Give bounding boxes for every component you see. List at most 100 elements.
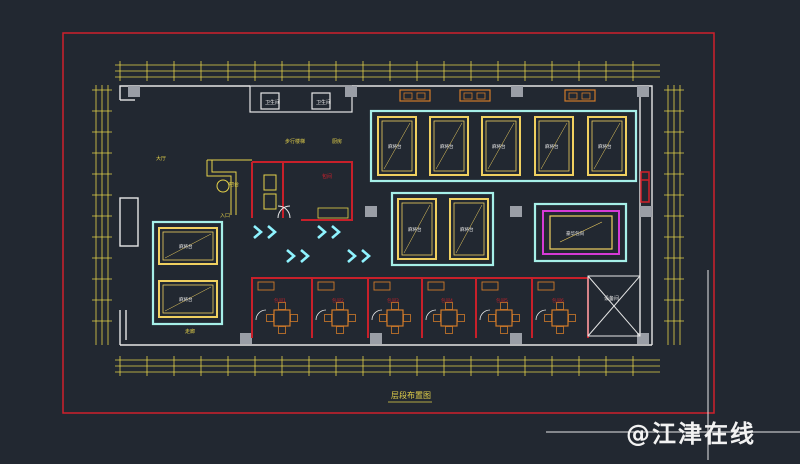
room-table — [440, 309, 458, 327]
structural-column — [510, 206, 522, 217]
right-riser — [640, 171, 650, 203]
room-cabinet — [537, 281, 555, 291]
wall-fixture-seat — [403, 92, 413, 100]
direction-arrow — [317, 225, 327, 239]
private-room-wall — [475, 277, 533, 338]
private-room-wall — [367, 277, 423, 338]
table-group-left: 麻将台麻将台 — [158, 227, 218, 318]
room-chair — [336, 326, 344, 334]
private-room-wall — [311, 277, 369, 338]
table-label: 麻将台 — [492, 143, 506, 150]
room-chair — [488, 314, 496, 322]
private-room-wall — [251, 277, 313, 338]
dimension-right — [667, 85, 681, 345]
table-group-middle: 麻将台 麻将台 — [397, 198, 489, 260]
shaft-label: 设备间 — [604, 295, 619, 302]
table-label: 麻将台 — [545, 143, 559, 150]
kitchen-label: 厨房 — [332, 138, 342, 145]
room-chair — [433, 314, 441, 322]
watermark: @江津在线 — [626, 420, 756, 448]
dimension-left — [95, 85, 109, 345]
room-door-swing — [425, 309, 437, 321]
private-room-upper-sofa — [317, 207, 349, 219]
wall-fixture-seat — [476, 92, 486, 100]
structural-column — [128, 86, 140, 97]
table-label: 麻将台 — [598, 143, 612, 150]
vip-room-label: 豪华包间 — [566, 230, 584, 237]
direction-arrow — [286, 249, 296, 263]
room-chair — [445, 326, 453, 334]
toilet-label-a: 卫生间 — [265, 99, 280, 106]
room-chair — [391, 326, 399, 334]
table-label: 麻将台 — [440, 143, 454, 150]
room-label: 包间5 — [496, 297, 508, 304]
room-label: 包间4 — [441, 297, 453, 304]
room-chair — [324, 314, 332, 322]
direction-arrows — [253, 225, 371, 263]
room-chair — [512, 314, 520, 322]
wall-fixture-seat — [568, 92, 578, 100]
room-cabinet — [317, 281, 335, 291]
structural-column — [345, 86, 357, 97]
direction-arrow — [253, 225, 263, 239]
table-group-top: 麻将台 麻将台 麻将台 麻将台 麻将台 — [377, 116, 627, 176]
toilet-label-b: 卫生间 — [316, 99, 331, 106]
room-chair — [290, 314, 298, 322]
drawing-title: 层段布置图 — [391, 390, 431, 400]
dimension-top — [115, 64, 660, 78]
table-label: 麻将台 — [408, 226, 422, 233]
room-label: 包间1 — [274, 297, 286, 304]
floor-plan-svg: 卫生间 卫生间 麻将台 麻将台 麻将台 麻将台 麻将台 麻将台 麻将台 豪华包间 麻将台麻… — [62, 32, 800, 460]
structural-column — [370, 333, 382, 344]
structural-column — [640, 206, 652, 217]
room-table — [551, 309, 569, 327]
private-room-upper-label: 包间 — [322, 173, 332, 180]
direction-arrow — [331, 225, 341, 239]
wall-fixture-seat — [416, 92, 426, 100]
room-cabinet — [427, 281, 445, 291]
wall-fixture-seat — [463, 92, 473, 100]
private-room-wall — [421, 277, 477, 338]
room-cabinet — [373, 281, 391, 291]
table-label: 麻将台 — [388, 143, 402, 150]
table-label: 麻将台 — [179, 296, 193, 303]
room-chair — [278, 326, 286, 334]
room-chair — [457, 314, 465, 322]
room-chair — [500, 326, 508, 334]
room-chair — [403, 314, 411, 322]
lobby-label: 大厅 — [156, 155, 166, 162]
structural-column — [510, 333, 522, 344]
table-label: 麻将台 — [460, 226, 474, 233]
dimension-bottom — [115, 359, 660, 373]
corridor-label: 走廊 — [185, 328, 195, 335]
room-chair — [556, 326, 564, 334]
table-label: 麻将台 — [179, 243, 193, 250]
structural-column — [365, 206, 377, 217]
front-desk-label: 吧台 — [229, 181, 239, 188]
structural-column — [240, 333, 252, 344]
direction-arrow — [267, 225, 277, 239]
wall-fixture-seat — [581, 92, 591, 100]
room-door-swing — [371, 309, 383, 321]
room-label: 包间2 — [332, 297, 344, 304]
room-cabinet — [481, 281, 499, 291]
private-room-upper — [251, 161, 353, 221]
room-cabinet — [257, 281, 275, 291]
stairs-label: 步行楼梯 — [285, 138, 305, 145]
room-table — [273, 309, 291, 327]
private-room-wall — [531, 277, 589, 338]
top-wall-fixtures — [399, 89, 596, 102]
toilet-block — [249, 85, 353, 113]
room-door-swing — [255, 309, 267, 321]
room-chair — [544, 314, 552, 322]
room-chair — [348, 314, 356, 322]
room-chair — [568, 314, 576, 322]
direction-arrow — [361, 249, 371, 263]
room-table — [386, 309, 404, 327]
room-chair — [379, 314, 387, 322]
room-table — [331, 309, 349, 327]
direction-arrow — [347, 249, 357, 263]
room-chair — [266, 314, 274, 322]
structural-column — [511, 86, 523, 97]
room-table — [495, 309, 513, 327]
